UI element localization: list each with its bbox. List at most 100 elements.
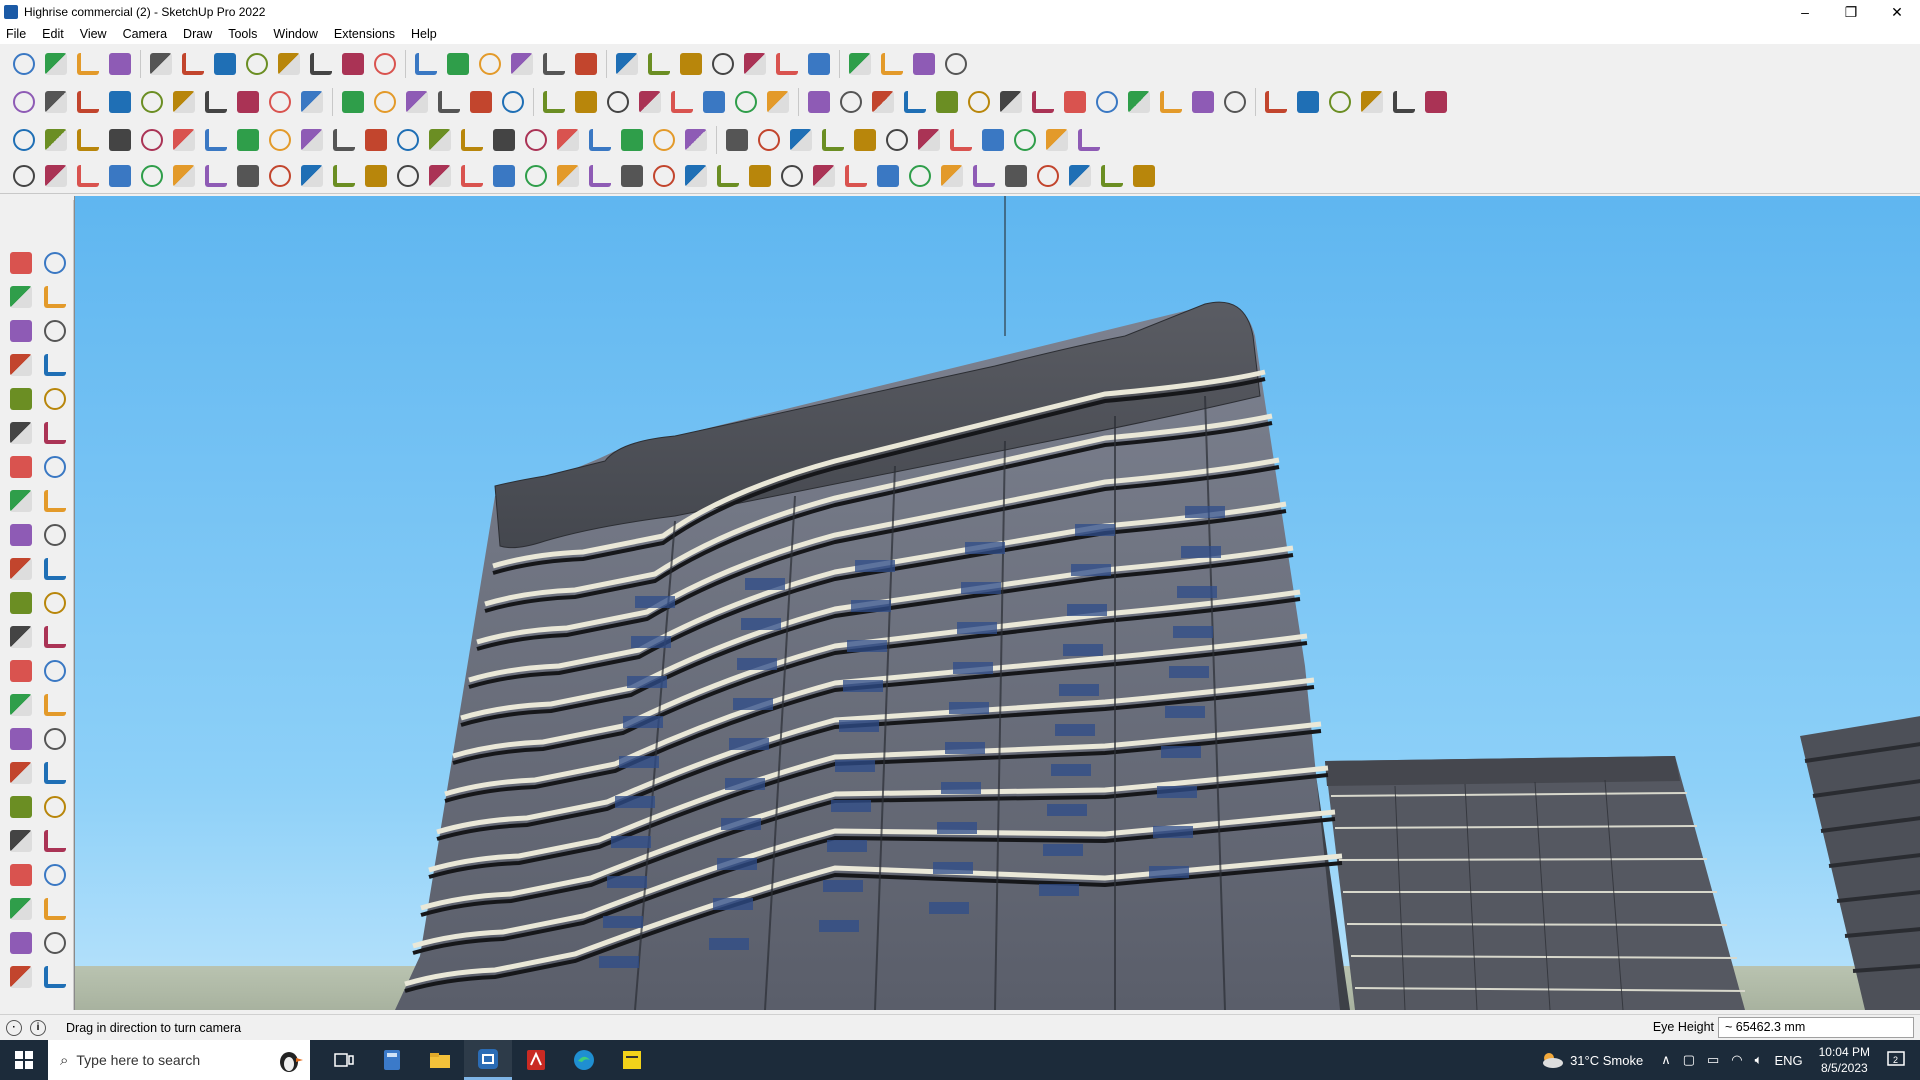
tool-r2-25-button[interactable] xyxy=(835,86,867,118)
left-tool-42-button[interactable] xyxy=(4,960,38,994)
tool-r3-27-button[interactable] xyxy=(881,124,913,156)
left-tool-38-button[interactable] xyxy=(4,892,38,926)
tool-r2-23-button[interactable] xyxy=(762,86,794,118)
menu-view[interactable]: View xyxy=(80,27,107,41)
tool-r2-12-button[interactable] xyxy=(401,86,433,118)
tool-r4-5-button[interactable] xyxy=(168,160,200,192)
tool-r2-13-button[interactable] xyxy=(433,86,465,118)
tool-r3-11-button[interactable] xyxy=(360,124,392,156)
tool-r4-1-button[interactable] xyxy=(40,160,72,192)
tool-r4-29-button[interactable] xyxy=(936,160,968,192)
tool-r1-20-button[interactable] xyxy=(675,48,707,80)
tool-r1-15-button[interactable] xyxy=(506,48,538,80)
menu-help[interactable]: Help xyxy=(411,27,437,41)
left-tool-28-button[interactable] xyxy=(4,722,38,756)
calculator-app-button[interactable] xyxy=(368,1040,416,1080)
tool-r3-33-button[interactable] xyxy=(1073,124,1105,156)
tool-r1-8-button[interactable] xyxy=(273,48,305,80)
tool-r1-26-button[interactable] xyxy=(876,48,908,80)
tool-r4-32-button[interactable] xyxy=(1032,160,1064,192)
left-tool-22-button[interactable] xyxy=(4,620,38,654)
tool-r2-18-button[interactable] xyxy=(602,86,634,118)
tool-r3-12-button[interactable] xyxy=(392,124,424,156)
left-tool-29-button[interactable] xyxy=(38,722,72,756)
left-tool-27-button[interactable] xyxy=(38,688,72,722)
tool-r4-6-button[interactable] xyxy=(200,160,232,192)
tool-r1-10-button[interactable] xyxy=(337,48,369,80)
tool-r2-9-button[interactable] xyxy=(296,86,328,118)
tool-r1-13-button[interactable] xyxy=(442,48,474,80)
tool-r4-24-button[interactable] xyxy=(776,160,808,192)
left-tool-32-button[interactable] xyxy=(4,790,38,824)
tool-r3-24-button[interactable] xyxy=(785,124,817,156)
tool-r4-11-button[interactable] xyxy=(360,160,392,192)
measurement-value-box[interactable]: ~ 65462.3 mm xyxy=(1718,1017,1914,1038)
tool-r4-20-button[interactable] xyxy=(648,160,680,192)
tool-r1-11-button[interactable] xyxy=(369,48,401,80)
tool-r2-40-button[interactable] xyxy=(1324,86,1356,118)
tool-r1-23-button[interactable] xyxy=(771,48,803,80)
tool-r3-17-button[interactable] xyxy=(552,124,584,156)
tool-r2-17-button[interactable] xyxy=(570,86,602,118)
left-tool-13-button[interactable] xyxy=(38,450,72,484)
language-indicator[interactable]: ENG xyxy=(1774,1053,1802,1068)
model-viewport[interactable] xyxy=(74,196,1920,1010)
task-view-button[interactable] xyxy=(320,1040,368,1080)
left-tool-4-button[interactable] xyxy=(4,314,38,348)
close-button[interactable]: ✕ xyxy=(1874,0,1920,24)
tool-r2-2-button[interactable] xyxy=(72,86,104,118)
tool-r2-11-button[interactable] xyxy=(369,86,401,118)
tool-r3-9-button[interactable] xyxy=(296,124,328,156)
tool-r4-23-button[interactable] xyxy=(744,160,776,192)
tool-r2-35-button[interactable] xyxy=(1155,86,1187,118)
tool-r2-20-button[interactable] xyxy=(666,86,698,118)
tool-r2-31-button[interactable] xyxy=(1027,86,1059,118)
left-tool-11-button[interactable] xyxy=(38,416,72,450)
display-icon[interactable]: ▭ xyxy=(1707,1052,1719,1068)
tool-r1-28-button[interactable] xyxy=(940,48,972,80)
tool-r4-12-button[interactable] xyxy=(392,160,424,192)
tool-r4-17-button[interactable] xyxy=(552,160,584,192)
left-tool-15-button[interactable] xyxy=(38,484,72,518)
tool-r2-37-button[interactable] xyxy=(1219,86,1251,118)
edge-app-button[interactable] xyxy=(560,1040,608,1080)
tool-r4-2-button[interactable] xyxy=(72,160,104,192)
tool-r3-30-button[interactable] xyxy=(977,124,1009,156)
left-tool-33-button[interactable] xyxy=(38,790,72,824)
menu-extensions[interactable]: Extensions xyxy=(334,27,395,41)
minimize-button[interactable]: – xyxy=(1782,0,1828,24)
tool-r4-4-button[interactable] xyxy=(136,160,168,192)
left-tool-6-button[interactable] xyxy=(4,348,38,382)
tool-r3-8-button[interactable] xyxy=(264,124,296,156)
tool-r2-7-button[interactable] xyxy=(232,86,264,118)
restore-button[interactable]: ❐ xyxy=(1828,0,1874,24)
tool-r1-7-button[interactable] xyxy=(241,48,273,80)
left-tool-23-button[interactable] xyxy=(38,620,72,654)
tool-r2-32-button[interactable] xyxy=(1059,86,1091,118)
tool-r3-28-button[interactable] xyxy=(913,124,945,156)
tool-r2-6-button[interactable] xyxy=(200,86,232,118)
tool-r1-16-button[interactable] xyxy=(538,48,570,80)
tool-r2-28-button[interactable] xyxy=(931,86,963,118)
left-tool-7-button[interactable] xyxy=(38,348,72,382)
tool-r3-15-button[interactable] xyxy=(488,124,520,156)
left-tool-41-button[interactable] xyxy=(38,926,72,960)
left-tool-30-button[interactable] xyxy=(4,756,38,790)
left-tool-40-button[interactable] xyxy=(4,926,38,960)
tool-r3-32-button[interactable] xyxy=(1041,124,1073,156)
tool-r2-15-button[interactable] xyxy=(497,86,529,118)
left-tool-36-button[interactable] xyxy=(4,858,38,892)
tool-r2-36-button[interactable] xyxy=(1187,86,1219,118)
start-button[interactable] xyxy=(0,1040,48,1080)
tool-r1-21-button[interactable] xyxy=(707,48,739,80)
tool-r3-16-button[interactable] xyxy=(520,124,552,156)
tool-r1-25-button[interactable] xyxy=(844,48,876,80)
tool-r1-27-button[interactable] xyxy=(908,48,940,80)
tool-r1-19-button[interactable] xyxy=(643,48,675,80)
menu-file[interactable]: File xyxy=(6,27,26,41)
tool-r4-14-button[interactable] xyxy=(456,160,488,192)
tool-r2-10-button[interactable] xyxy=(337,86,369,118)
geolocation-icon[interactable]: · xyxy=(6,1019,22,1036)
tool-r2-43-button[interactable] xyxy=(1420,86,1452,118)
tool-r4-0-button[interactable] xyxy=(8,160,40,192)
